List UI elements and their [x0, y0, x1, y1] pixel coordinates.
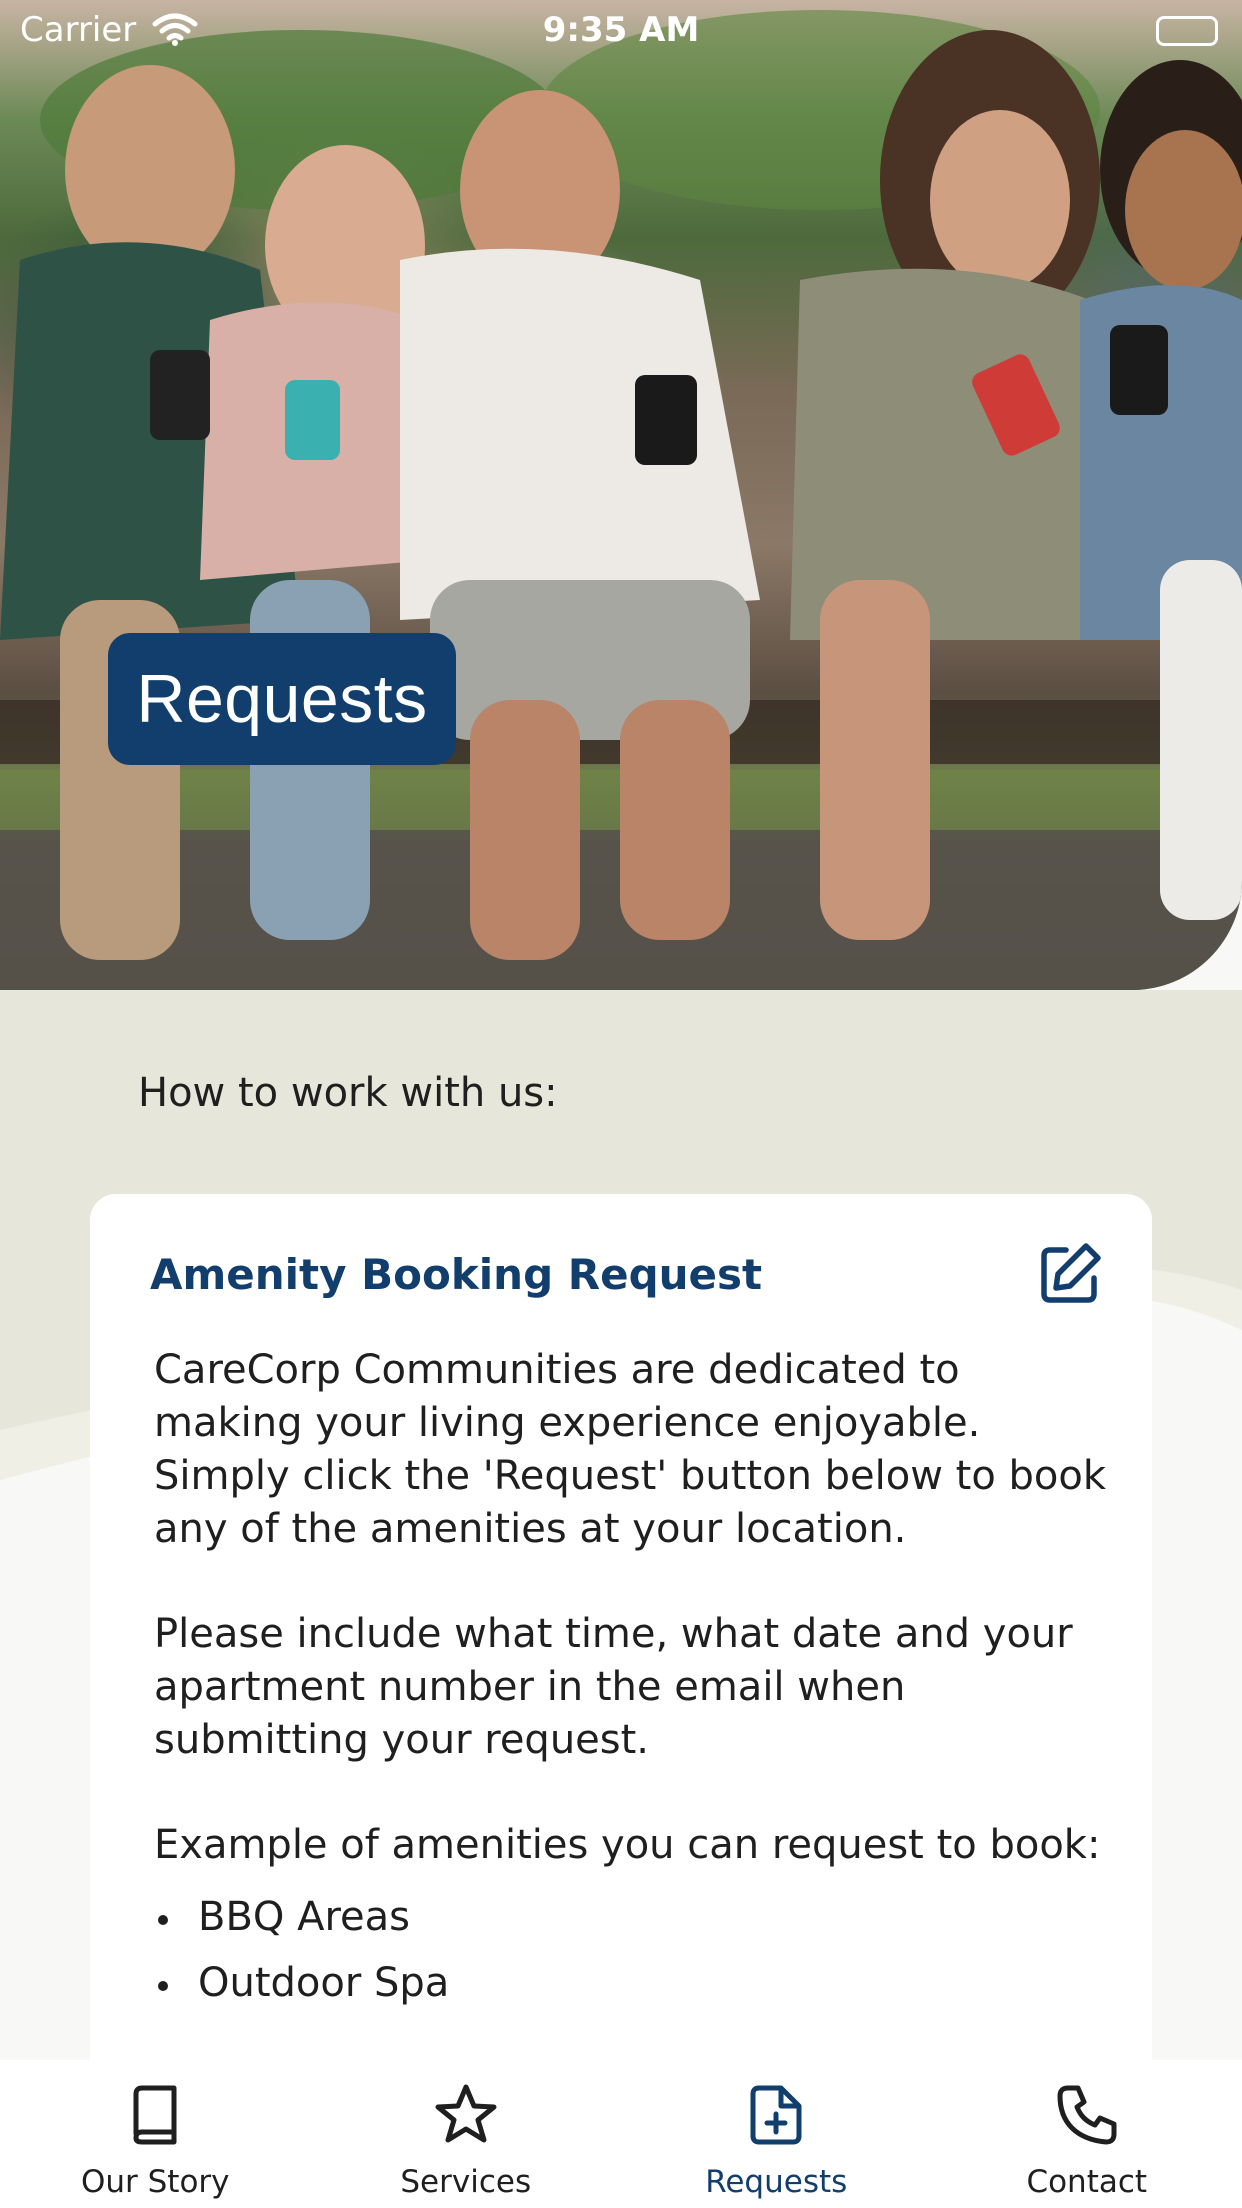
list-item: BBQ Areas: [154, 1884, 1114, 1950]
tab-requests[interactable]: Requests: [621, 2060, 932, 2208]
card-title: Amenity Booking Request: [150, 1250, 763, 1299]
status-bar: Carrier 9:35 AM: [0, 0, 1242, 62]
tab-label-contact: Contact: [1026, 2164, 1148, 2200]
card-paragraph-instructions: Please include what time, what date and …: [154, 1611, 1073, 1763]
card-paragraph-examples: Example of amenities you can request to …: [154, 1822, 1101, 1868]
list-item: Outdoor Spa: [154, 1950, 1114, 2016]
tab-label-our-story: Our Story: [80, 2164, 230, 2200]
phone-icon: [1054, 2082, 1120, 2148]
tab-contact[interactable]: Contact: [932, 2060, 1242, 2208]
amenity-booking-card: Amenity Booking Request CareCorp Communi…: [90, 1194, 1152, 2094]
file-plus-icon: [743, 2082, 809, 2148]
tab-label-services: Services: [400, 2164, 532, 2200]
tab-our-story[interactable]: Our Story: [0, 2060, 311, 2208]
tab-bar: Our Story Services Requests Contact: [0, 2060, 1242, 2208]
section-heading: How to work with us:: [138, 1070, 558, 1116]
edit-icon[interactable]: [1036, 1240, 1104, 1308]
tab-label-requests: Requests: [705, 2164, 848, 2200]
amenity-list: BBQ Areas Outdoor Spa: [154, 1884, 1114, 2016]
book-icon: [122, 2082, 188, 2148]
tab-services[interactable]: Services: [311, 2060, 622, 2208]
card-paragraph-intro: CareCorp Communities are dedicated to ma…: [154, 1347, 1107, 1552]
card-body: CareCorp Communities are dedicated to ma…: [154, 1344, 1114, 2016]
star-icon: [433, 2082, 499, 2148]
battery-icon: [1156, 16, 1218, 46]
clock-label: 9:35 AM: [542, 10, 700, 50]
